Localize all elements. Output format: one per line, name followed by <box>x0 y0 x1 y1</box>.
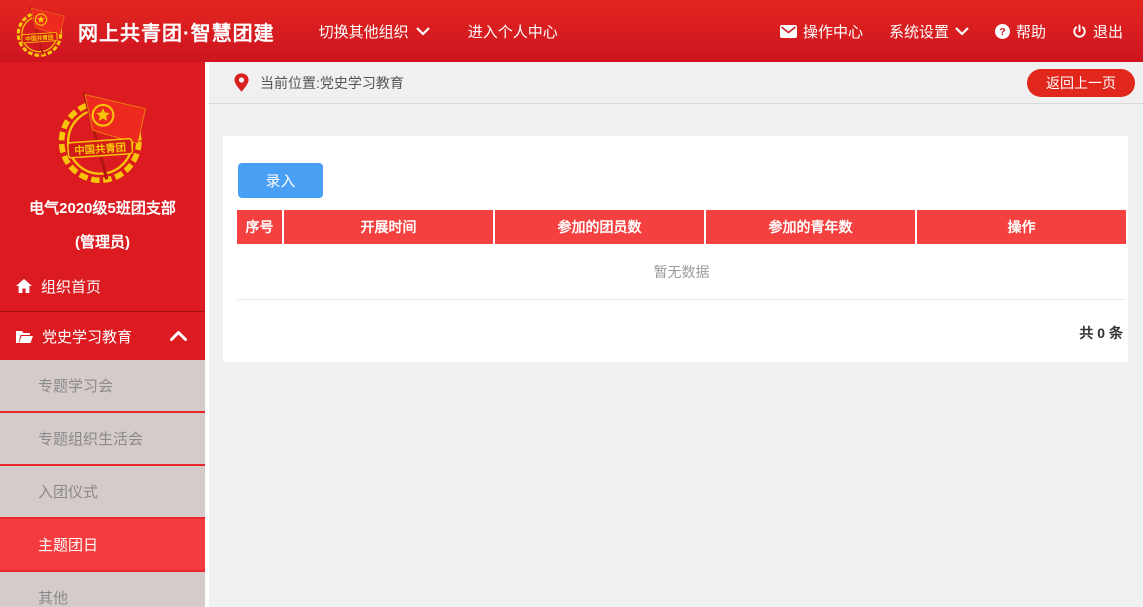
table-header-cell: 操作 <box>917 210 1126 244</box>
table-header-cell: 参加的青年数 <box>706 210 917 244</box>
sidebar-subitem-label: 专题组织生活会 <box>38 428 143 449</box>
sidebar-subitem-label: 主题团日 <box>38 534 98 555</box>
top-header: 网上共青团·智慧团建 切换其他组织 进入个人中心 操作中心 系统设置 <box>0 0 1143 62</box>
sidebar-subitem-label: 其他 <box>38 587 68 607</box>
home-icon <box>16 279 32 293</box>
chevron-up-icon <box>170 331 187 341</box>
app-window: 网上共青团·智慧团建 切换其他组织 进入个人中心 操作中心 系统设置 <box>0 0 1143 607</box>
sidebar-subitem-label: 专题学习会 <box>38 375 113 396</box>
table-empty-state: 暂无数据 <box>237 244 1126 300</box>
location-pin-icon <box>234 73 249 92</box>
header-actions: 操作中心 系统设置 ? 帮助 退出 <box>780 21 1123 42</box>
header-nav: 切换其他组织 进入个人中心 <box>319 21 558 42</box>
chevron-down-icon <box>955 27 969 36</box>
sidebar: 电气2020级5班团支部 (管理员) 组织首页 党史学习教育 <box>0 62 209 607</box>
sidebar-subitem-label: 入团仪式 <box>38 481 98 502</box>
open-folder-icon <box>16 330 33 343</box>
sidebar-subitem-topic-org-life-meeting[interactable]: 专题组织生活会 <box>0 413 205 466</box>
sidebar-item-label: 党史学习教育 <box>42 326 132 347</box>
league-emblem-icon <box>44 87 162 185</box>
records-card: 录入 序号 开展时间 参加的团员数 参加的青年数 操作 暂无数据 共 0 条 <box>223 136 1128 362</box>
sidebar-subitem-theme-league-day[interactable]: 主题团日 <box>0 519 205 572</box>
system-settings-label: 系统设置 <box>889 21 949 42</box>
logout-link[interactable]: 退出 <box>1072 21 1123 42</box>
sidebar-subitem-topic-study-meeting[interactable]: 专题学习会 <box>0 360 205 413</box>
back-button[interactable]: 返回上一页 <box>1027 69 1135 97</box>
svg-text:?: ? <box>999 26 1005 38</box>
league-emblem-logo-icon <box>10 2 72 60</box>
org-name: 电气2020级5班团支部 <box>0 197 205 218</box>
operation-center-link[interactable]: 操作中心 <box>780 21 863 42</box>
operation-center-label: 操作中心 <box>803 21 863 42</box>
main-area: 当前位置:党史学习教育 返回上一页 录入 序号 开展时间 参加的团员数 参加的青… <box>209 62 1143 607</box>
breadcrumb: 当前位置:党史学习教育 <box>260 73 404 93</box>
switch-org-menu[interactable]: 切换其他组织 <box>319 21 430 42</box>
switch-org-label: 切换其他组织 <box>319 21 409 42</box>
app-title: 网上共青团·智慧团建 <box>78 17 275 46</box>
sidebar-subitem-join-ceremony[interactable]: 入团仪式 <box>0 466 205 519</box>
records-table: 序号 开展时间 参加的团员数 参加的青年数 操作 暂无数据 <box>237 210 1126 300</box>
breadcrumb-bar: 当前位置:党史学习教育 返回上一页 <box>209 62 1143 104</box>
table-header-cell: 参加的团员数 <box>495 210 706 244</box>
sidebar-item-org-home[interactable]: 组织首页 <box>0 261 205 311</box>
personal-center-label: 进入个人中心 <box>468 21 558 42</box>
table-header-row: 序号 开展时间 参加的团员数 参加的青年数 操作 <box>237 210 1126 244</box>
table-header-cell: 开展时间 <box>284 210 495 244</box>
help-label: 帮助 <box>1016 21 1046 42</box>
question-circle-icon: ? <box>995 24 1010 39</box>
add-record-button[interactable]: 录入 <box>238 163 323 198</box>
chevron-down-icon <box>416 27 430 36</box>
sidebar-submenu: 专题学习会 专题组织生活会 入团仪式 主题团日 其他 <box>0 360 205 607</box>
power-icon <box>1072 24 1087 39</box>
org-role: (管理员) <box>0 231 205 252</box>
sidebar-item-party-history-education[interactable]: 党史学习教育 <box>0 311 205 360</box>
content-area: 录入 序号 开展时间 参加的团员数 参加的青年数 操作 暂无数据 共 0 条 <box>209 104 1143 607</box>
record-count: 共 0 条 <box>237 300 1126 343</box>
sidebar-subitem-other[interactable]: 其他 <box>0 572 205 607</box>
sidebar-item-label: 组织首页 <box>41 276 101 297</box>
help-link[interactable]: ? 帮助 <box>995 21 1046 42</box>
table-header-cell: 序号 <box>237 210 284 244</box>
sidebar-menu: 组织首页 党史学习教育 专题学习会 专题组织生活会 <box>0 261 205 607</box>
logout-label: 退出 <box>1093 21 1123 42</box>
system-settings-menu[interactable]: 系统设置 <box>889 21 969 42</box>
personal-center-link[interactable]: 进入个人中心 <box>468 21 558 42</box>
envelope-icon <box>780 25 797 38</box>
